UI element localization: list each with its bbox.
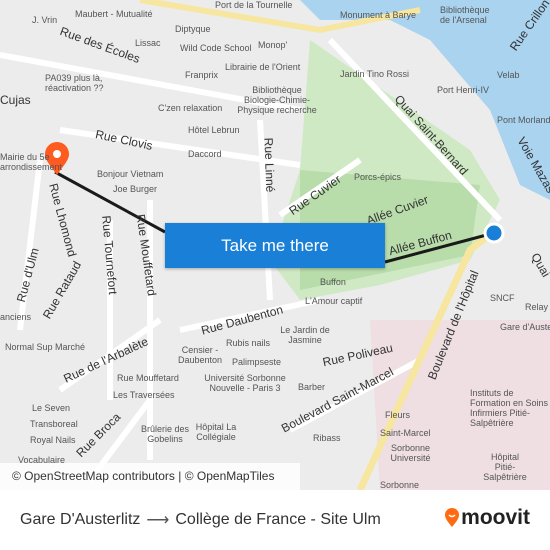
place-label: Porcs-épics: [354, 172, 402, 182]
street-label: Cujas: [0, 93, 31, 107]
moovit-logo: moovit: [444, 506, 530, 530]
place-label: Ribass: [313, 433, 341, 443]
place-label: Mairie du 5e arrondissement: [0, 152, 63, 172]
place-label: Wild Code School: [180, 43, 252, 53]
origin-marker: [483, 222, 505, 244]
place-label: Monument à Barye: [340, 10, 417, 20]
brand-name: moovit: [461, 506, 530, 529]
place-label: Hôtel Lebrun: [188, 125, 240, 135]
place-label: Le Jardin de Jasmine: [280, 325, 330, 345]
place-label: Brûlerie des Gobelins: [140, 424, 190, 444]
place-label: Fleurs: [385, 410, 411, 420]
origin-name: Gare D'Austerlitz: [20, 511, 141, 528]
place-label: Lissac: [135, 38, 161, 48]
place-label: Bibliothèque de l'Arsenal: [440, 5, 490, 25]
place-label: C'zen relaxation: [158, 103, 223, 113]
place-label: Hôpital La Collégiale: [195, 422, 237, 442]
place-label: Joe Burger: [113, 184, 158, 194]
place-label: Rubis nails: [226, 338, 271, 348]
place-label: Université Sorbonne Nouvelle - Paris 3: [204, 373, 286, 393]
place-label: Transboreal: [30, 419, 78, 429]
route-title: Gare D'Austerlitz ⟶ Collège de France - …: [20, 510, 381, 530]
arrow-right-icon: ⟶: [146, 512, 170, 529]
place-label: Les Traversées: [113, 390, 175, 400]
take-me-there-button[interactable]: Take me there: [165, 223, 385, 268]
place-label: Bibliothèque Biologie-Chimie-Physique re…: [237, 85, 317, 115]
place-label: Port de la Tournelle: [215, 0, 293, 10]
place-label: Sorbonne: [380, 480, 420, 490]
footer: Gare D'Austerlitz ⟶ Collège de France - …: [0, 490, 550, 550]
place-label: Le Seven: [32, 403, 71, 413]
map-attribution[interactable]: © OpenStreetMap contributors | © OpenMap…: [0, 463, 300, 490]
place-label: Diptyque: [175, 24, 211, 34]
place-label: Monop': [258, 40, 288, 50]
map[interactable]: Rue des Écoles Rue Clovis Rue Linné Rue …: [0, 0, 550, 490]
place-label: Sorbonne Université: [390, 443, 431, 463]
place-label: Velab: [497, 70, 520, 80]
destination-name: Collège de France - Site Ulm: [175, 511, 381, 528]
place-label: Censier - Daubenton: [177, 345, 223, 365]
place-label: Daccord: [188, 149, 222, 159]
place-label: Royal Nails: [30, 435, 76, 445]
place-label: L'Amour captif: [305, 296, 363, 306]
place-label: Librairie de l'Orient: [225, 62, 301, 72]
place-label: Palimpseste: [232, 357, 282, 367]
place-label: Hôpital Pitié-Salpêtrière: [483, 452, 527, 482]
place-label: Jardin Tino Rossi: [340, 69, 410, 79]
place-label: Normal Sup Marché: [5, 342, 86, 352]
place-label: Maubert - Mutualité: [75, 9, 153, 19]
place-label: SNCF: [490, 293, 515, 303]
place-label: Relay: [525, 302, 549, 312]
place-label: PA039 plus là, réactivation ??: [45, 73, 104, 93]
street-label: Rue Linné: [261, 137, 278, 193]
place-label: Franprix: [185, 70, 219, 80]
place-label: J. Vrin: [32, 15, 58, 25]
moovit-pin-icon: [445, 508, 460, 527]
place-label: Barber: [298, 382, 326, 392]
place-label: Gare d'Austerlitz: [500, 322, 550, 332]
place-label: Pont Morland: [497, 115, 550, 125]
place-label: anciens: [0, 312, 32, 322]
place-label: Bonjour Vietnam: [97, 169, 164, 179]
place-label: Rue Mouffetard: [117, 373, 179, 383]
place-label: Saint-Marcel: [380, 428, 431, 438]
place-label: Buffon: [320, 277, 346, 287]
place-label: Instituts de Formation en Soins Infirmie…: [470, 388, 549, 428]
place-label: Port Henri-IV: [437, 85, 490, 95]
